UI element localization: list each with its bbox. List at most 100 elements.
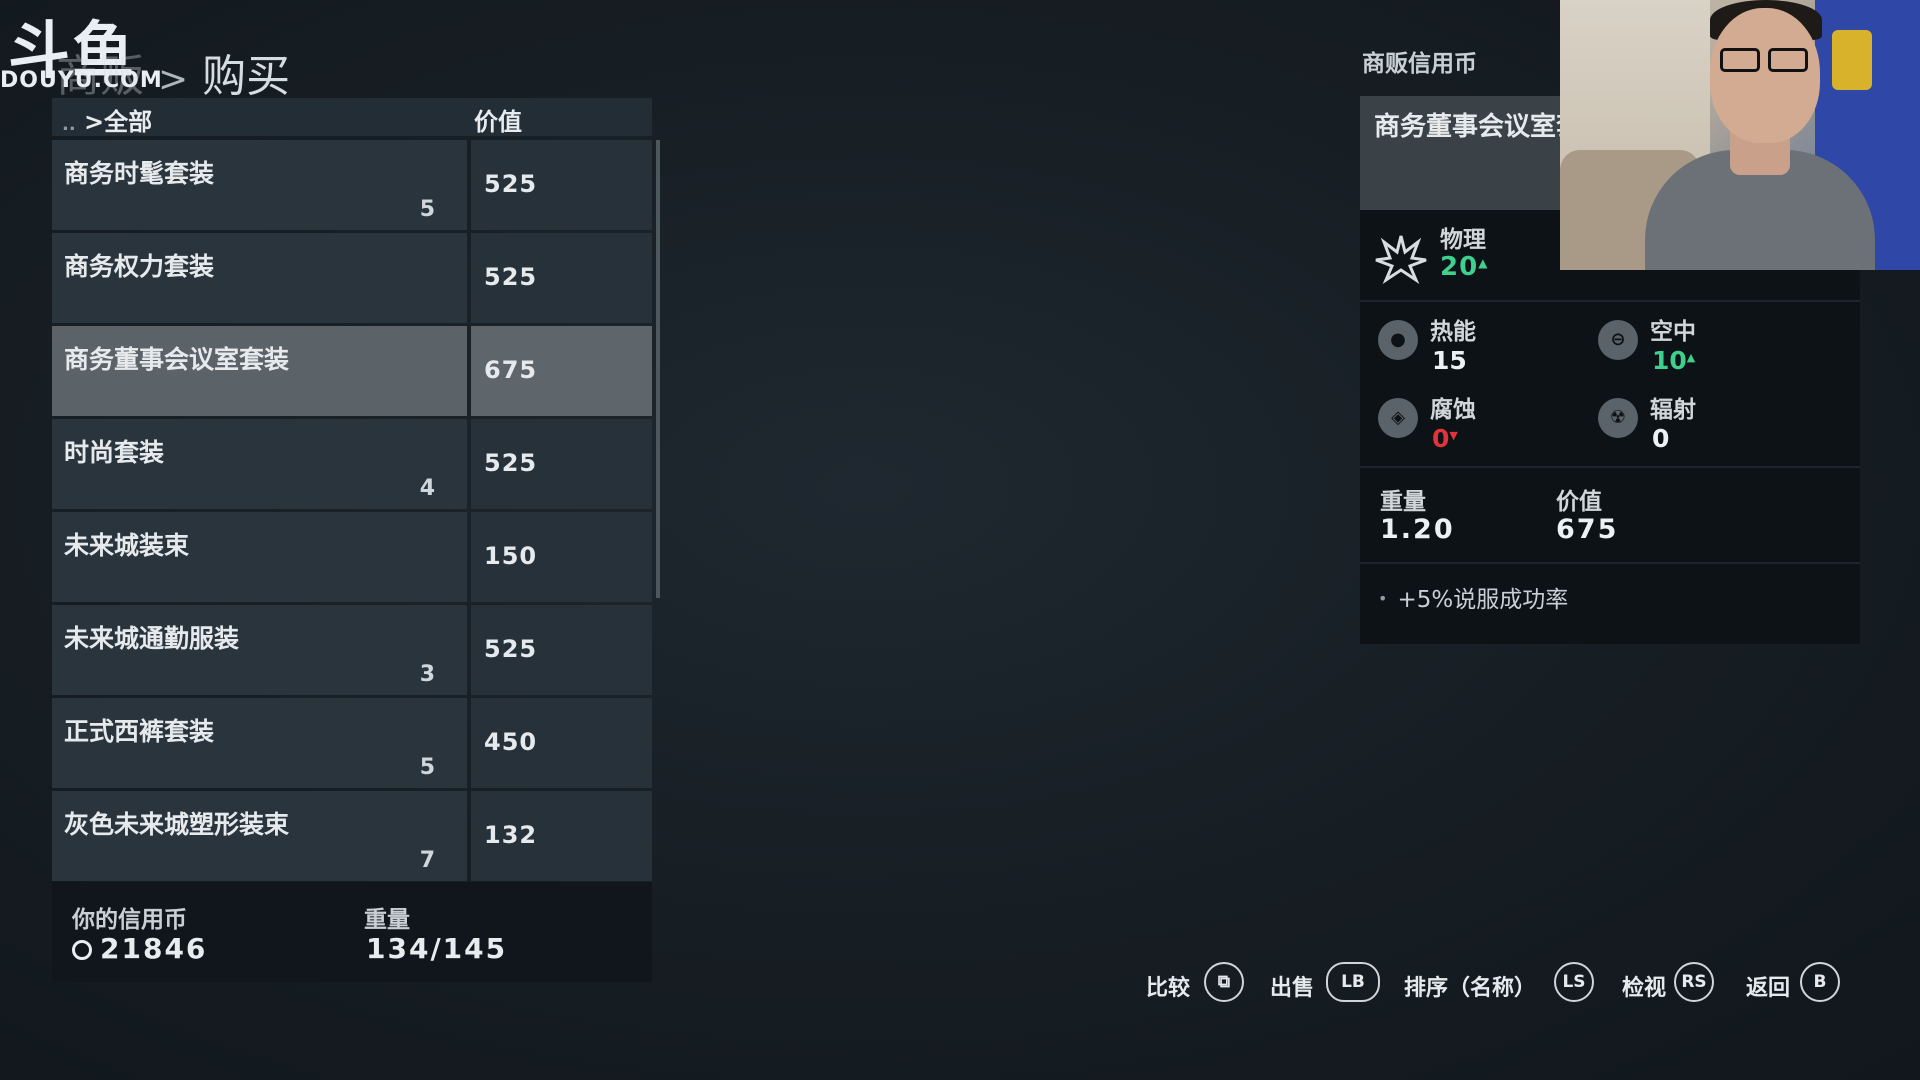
item-value: 525 <box>484 635 538 663</box>
value-column-header: 价值 <box>474 108 522 136</box>
item-value-label: 价值 <box>1556 489 1602 515</box>
item-value: 525 <box>484 170 538 198</box>
physical-damage-icon <box>1375 235 1427 284</box>
breadcrumb-current: 购买 <box>202 51 291 102</box>
list-scrollbar[interactable] <box>656 140 660 598</box>
list-item[interactable]: 未来城装束 150 <box>52 512 652 602</box>
item-value-cell: 450 <box>471 698 652 788</box>
airborne-label: 空中 <box>1650 319 1696 345</box>
item-value: 675 <box>484 356 538 384</box>
item-value: 132 <box>484 821 538 849</box>
category-filter[interactable]: .. >全部 <box>62 102 152 137</box>
item-name: 商务时髦套装 <box>64 159 215 188</box>
sort-label: 排序（名称） <box>1404 976 1537 1001</box>
item-value: 525 <box>484 263 538 291</box>
list-item[interactable]: 时尚套装 4 525 <box>52 419 652 509</box>
increase-indicator-icon: ▲ <box>1478 256 1489 270</box>
divider <box>1360 562 1860 564</box>
b-button-icon: B <box>1800 962 1840 1002</box>
item-value-cell: 525 <box>471 233 652 323</box>
item-value-cell: 525 <box>471 419 652 509</box>
list-header: .. >全部 价值 <box>52 98 652 136</box>
thermal-icon: ● <box>1378 320 1418 360</box>
item-quantity: 5 <box>419 755 435 780</box>
item-name-cell: 灰色未来城塑形装束 7 <box>52 791 467 881</box>
weight-label: 重量 <box>364 907 410 933</box>
item-value: 450 <box>484 728 538 756</box>
airborne-value-number: 10 <box>1652 346 1687 375</box>
item-name: 商务权力套装 <box>64 252 215 281</box>
item-quantity: 3 <box>419 662 435 687</box>
item-value-cell: 525 <box>471 605 652 695</box>
item-name-cell: 正式西裤套装 5 <box>52 698 467 788</box>
divider <box>1360 466 1860 468</box>
item-value: 525 <box>484 449 538 477</box>
item-name-cell: 未来城装束 <box>52 512 467 602</box>
credits-amount: 21846 <box>100 932 208 965</box>
airborne-value: 10▲ <box>1652 346 1695 375</box>
item-quantity: 5 <box>419 197 435 222</box>
thermal-value: 15 <box>1432 346 1467 375</box>
radiation-value: 0 <box>1652 424 1670 453</box>
filter-dots: .. <box>62 114 76 135</box>
filter-label: 全部 <box>104 108 153 136</box>
item-weight-value: 1.20 <box>1380 514 1455 545</box>
list-item[interactable]: 商务时髦套装 5 525 <box>52 140 652 230</box>
item-perk: • +5%说服成功率 <box>1378 580 1568 614</box>
physical-value: 20▲ <box>1440 252 1488 282</box>
item-value-cell: 675 <box>471 326 652 416</box>
inventory-footer: 你的信用币 21846 重量 134/145 <box>52 882 652 982</box>
item-value-cell: 150 <box>471 512 652 602</box>
item-name: 未来城通勤服装 <box>64 624 240 653</box>
divider <box>1360 300 1860 302</box>
credits-icon <box>72 940 92 960</box>
streamer-webcam <box>1560 0 1920 270</box>
list-item[interactable]: 商务权力套装 525 <box>52 233 652 323</box>
item-value-cell: 132 <box>471 791 652 881</box>
radiation-icon: ☢ <box>1598 398 1638 438</box>
filter-separator: > <box>84 108 105 136</box>
item-name: 时尚套装 <box>64 438 165 467</box>
rs-button-icon: RS <box>1674 962 1714 1002</box>
corrosive-label: 腐蚀 <box>1430 397 1476 423</box>
list-item[interactable]: 商务董事会议室套装 675 <box>52 326 652 416</box>
item-name-cell: 时尚套装 4 <box>52 419 467 509</box>
item-name: 正式西裤套装 <box>64 717 215 746</box>
back-label: 返回 <box>1746 976 1791 1001</box>
item-name-cell: 商务时髦套装 5 <box>52 140 467 230</box>
physical-label: 物理 <box>1440 227 1486 253</box>
item-name-cell: 商务董事会议室套装 <box>52 326 467 416</box>
item-list: 商务时髦套装 5 525 商务权力套装 525 商务董事会议室套装 675 时尚套装 4 525 未… <box>52 140 652 884</box>
item-name: 未来城装束 <box>64 531 190 560</box>
webcam-chair-logo <box>1832 30 1872 90</box>
radiation-label: 辐射 <box>1650 397 1696 423</box>
item-value-value: 675 <box>1556 514 1619 545</box>
ls-button-icon: LS <box>1554 962 1594 1002</box>
decrease-indicator-icon: ▼ <box>1449 429 1458 442</box>
breadcrumb: 商贩 > 购买 <box>56 40 290 104</box>
thermal-label: 热能 <box>1430 319 1476 345</box>
perk-text: +5%说服成功率 <box>1397 587 1569 613</box>
glasses-left-icon <box>1720 48 1760 72</box>
sell-label: 出售 <box>1270 976 1315 1001</box>
breadcrumb-separator: > <box>158 59 189 100</box>
corrosive-value: 0▼ <box>1432 424 1458 453</box>
increase-indicator-icon: ▲ <box>1686 351 1696 364</box>
list-item[interactable]: 正式西裤套装 5 450 <box>52 698 652 788</box>
item-weight-label: 重量 <box>1380 489 1426 515</box>
webcam-streamer-face <box>1710 8 1820 143</box>
weight-value: 134/145 <box>366 932 508 965</box>
breadcrumb-parent: 商贩 <box>56 51 144 102</box>
list-item[interactable]: 未来城通勤服装 3 525 <box>52 605 652 695</box>
vendor-credits-label: 商贩信用币 <box>1362 51 1477 77</box>
bullet-icon: • <box>1378 589 1388 608</box>
lb-button-icon: LB <box>1326 962 1380 1002</box>
item-name-cell: 未来城通勤服装 3 <box>52 605 467 695</box>
corrosive-value-number: 0 <box>1432 424 1450 453</box>
item-name: 灰色未来城塑形装束 <box>64 810 290 839</box>
glasses-right-icon <box>1768 48 1808 72</box>
item-quantity: 7 <box>419 848 435 873</box>
credits-label: 你的信用币 <box>72 907 187 933</box>
credits-value: 21846 <box>72 932 207 965</box>
list-item[interactable]: 灰色未来城塑形装束 7 132 <box>52 791 652 881</box>
